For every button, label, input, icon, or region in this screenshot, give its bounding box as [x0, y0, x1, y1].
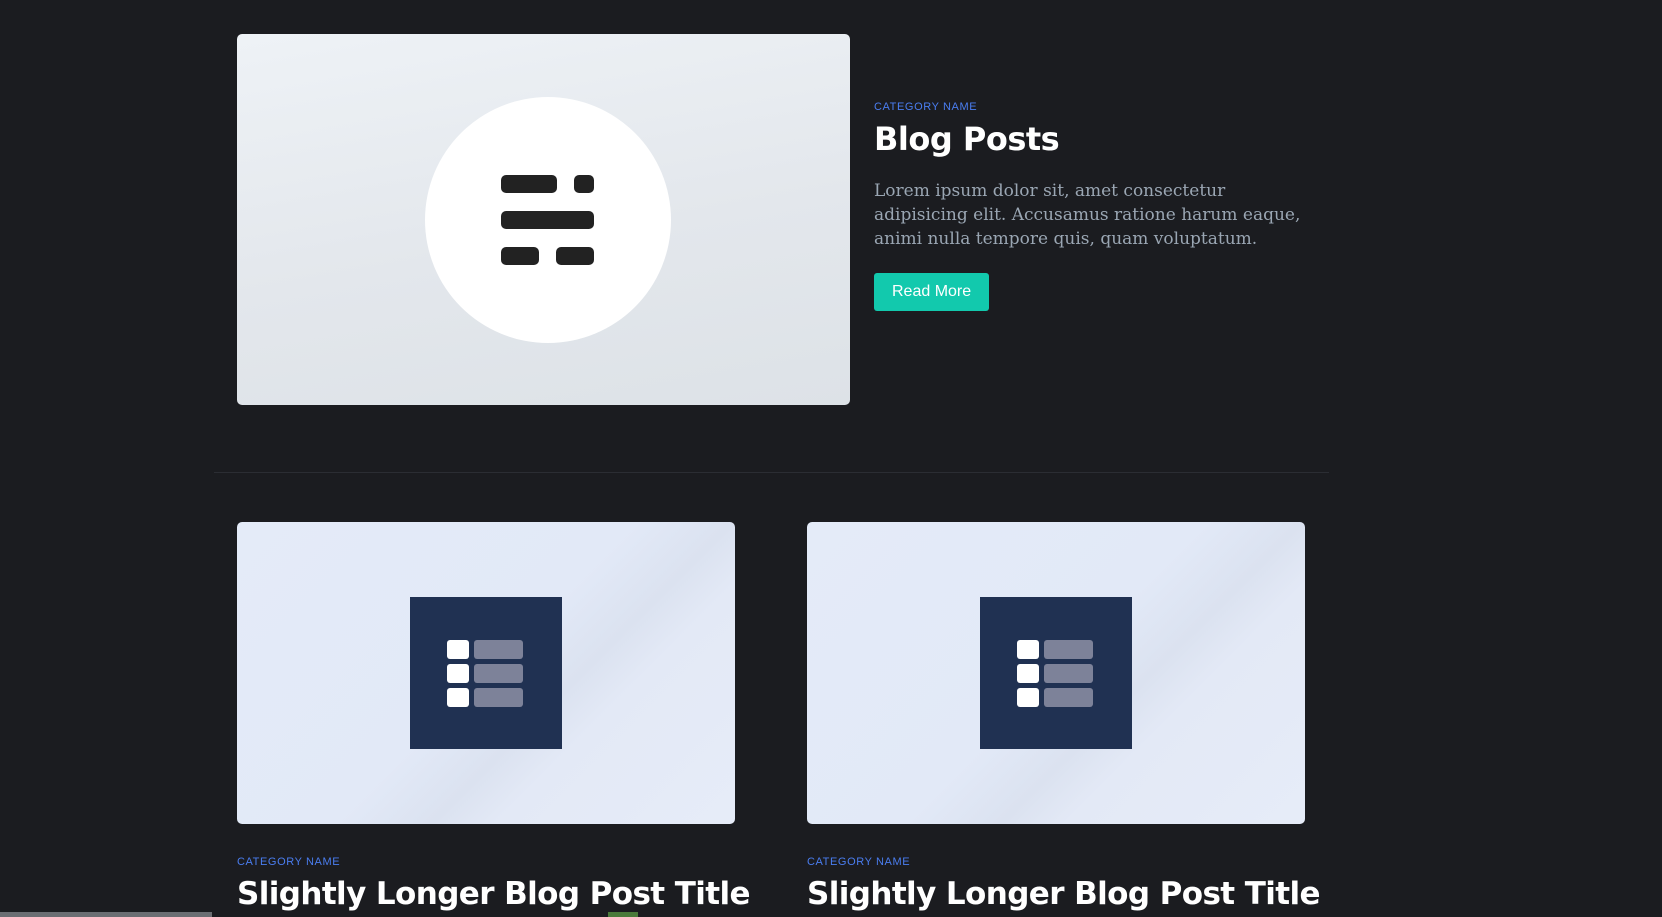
featured-post-title[interactable]: Blog Posts: [874, 119, 1304, 159]
featured-post-excerpt: Lorem ipsum dolor sit, amet consectetur …: [874, 181, 1301, 249]
featured-circle: [425, 97, 671, 343]
list-layout-icon: [447, 640, 523, 707]
blog-posts-icon: [501, 175, 594, 265]
post-card-icon-tile: [410, 597, 562, 749]
blog-page: CATEGORY NAME Blog Posts Lorem ipsum dol…: [0, 0, 1662, 917]
post-title[interactable]: Slightly Longer Blog Post Title: [807, 874, 1321, 914]
post-card-icon-tile: [980, 597, 1132, 749]
post-card: CATEGORY NAME Slightly Longer Blog Post …: [237, 522, 751, 914]
post-card: CATEGORY NAME Slightly Longer Blog Post …: [807, 522, 1321, 914]
featured-category-label[interactable]: CATEGORY NAME: [874, 101, 1304, 113]
post-category-label[interactable]: CATEGORY NAME: [237, 856, 735, 868]
read-more-button[interactable]: Read More: [874, 273, 990, 311]
post-card-image[interactable]: [237, 522, 735, 824]
featured-post-text: CATEGORY NAME Blog Posts Lorem ipsum dol…: [874, 101, 1304, 311]
post-title[interactable]: Slightly Longer Blog Post Title: [237, 874, 751, 914]
section-divider: [214, 472, 1329, 473]
list-layout-icon: [1017, 640, 1093, 707]
horizontal-scrollbar[interactable]: [0, 912, 212, 917]
post-category-label[interactable]: CATEGORY NAME: [807, 856, 1305, 868]
bottom-accent-marker: [608, 912, 638, 917]
post-card-image[interactable]: [807, 522, 1305, 824]
featured-post-image[interactable]: [237, 34, 850, 405]
